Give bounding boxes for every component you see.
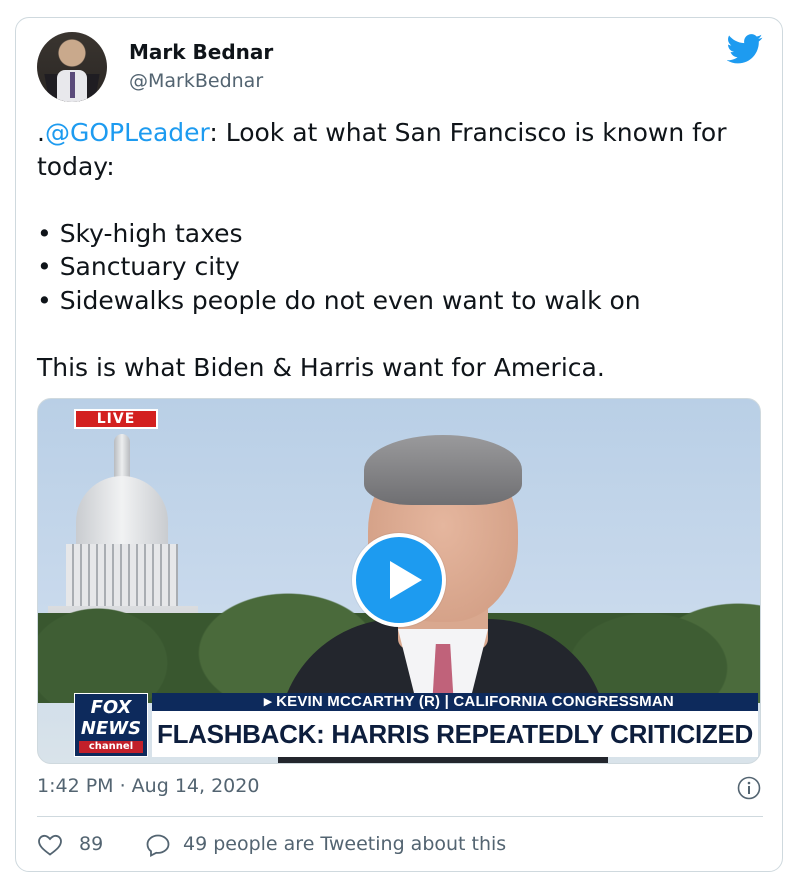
reply-bubble-icon[interactable] <box>145 833 171 857</box>
tweet-timestamp[interactable]: 1:42 PM · Aug 14, 2020 <box>37 775 259 797</box>
tweeting-about-link[interactable]: 49 people are Tweeting about this <box>183 833 506 855</box>
heart-icon[interactable] <box>37 833 63 857</box>
news-lower-third: FOX NEWS channel ▸ KEVIN MCCARTHY (R) | … <box>74 693 760 763</box>
bullet-item: • Sky-high taxes <box>37 218 243 248</box>
divider <box>37 816 763 817</box>
info-icon[interactable] <box>737 776 761 800</box>
play-icon[interactable] <box>352 533 446 627</box>
like-count[interactable]: 89 <box>79 833 103 855</box>
author-handle[interactable]: @MarkBednar <box>129 70 263 92</box>
tweet-text: .@GOPLeader: Look at what San Francisco … <box>37 118 727 382</box>
author-name[interactable]: Mark Bednar <box>129 40 273 64</box>
video-player[interactable]: LIVE FOX NEWS channel ▸ KEVIN MCCARTHY (… <box>37 398 761 764</box>
twitter-bird-icon[interactable] <box>727 34 763 64</box>
closing-line: This is what Biden & Harris want for Ame… <box>37 352 605 382</box>
avatar[interactable] <box>37 32 107 102</box>
mention-link[interactable]: @GOPLeader <box>45 118 209 147</box>
headline-banner: FLASHBACK: HARRIS REPEATEDLY CRITICIZED … <box>152 711 758 757</box>
engagement-bar: 89 49 people are Tweeting about this <box>37 830 763 860</box>
bullet-item: • Sanctuary city <box>37 252 240 281</box>
fox-news-logo: FOX NEWS channel <box>74 693 148 757</box>
tweet-header: Mark Bednar @MarkBednar <box>37 32 763 104</box>
bullet-item: • Sidewalks people do not even want to w… <box>37 285 641 315</box>
live-badge: LIVE <box>74 409 158 429</box>
subject-banner: ▸ KEVIN MCCARTHY (R) | CALIFORNIA CONGRE… <box>152 693 758 711</box>
tweet-card[interactable]: Mark Bednar @MarkBednar .@GOPLeader: Loo… <box>15 17 783 872</box>
